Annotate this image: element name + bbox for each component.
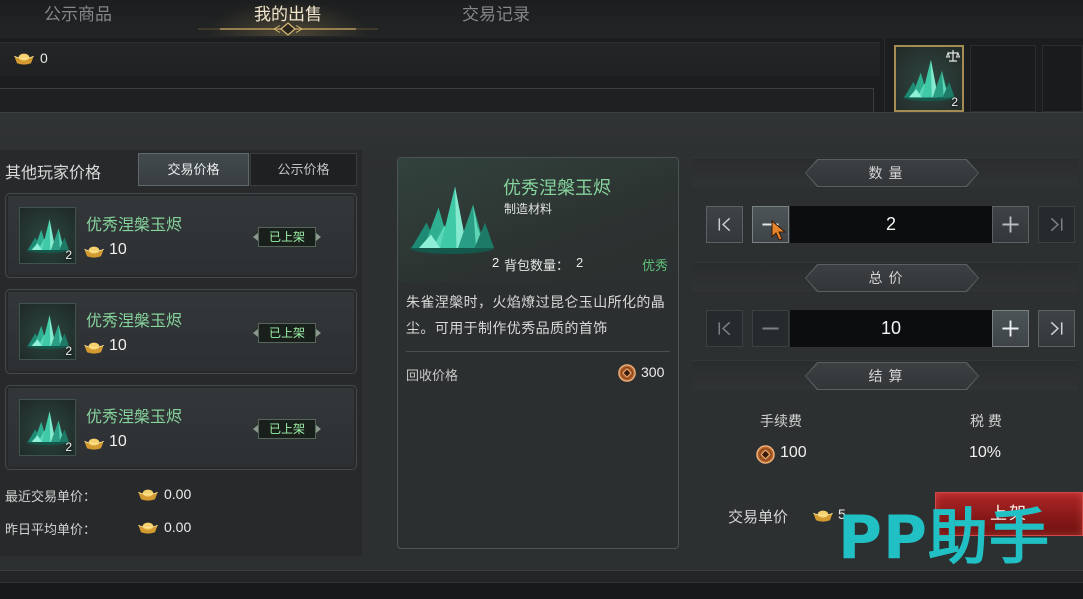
item-description: 朱雀涅槃时，火焰燎过昆仑玉山所化的晶尘。可用于制作优秀品质的首饰 bbox=[406, 294, 666, 336]
copper-coin-icon bbox=[618, 364, 636, 382]
settlement-header-label: 结算 bbox=[868, 368, 909, 384]
active-tab-underline-ornament bbox=[198, 22, 378, 36]
listing-price: 10 bbox=[109, 433, 127, 450]
yesterday-avg-label: 昨日平均单价： bbox=[5, 522, 97, 537]
inventory-slot-empty[interactable] bbox=[1042, 45, 1083, 112]
gold-ingot-icon bbox=[13, 51, 35, 65]
listing-item-count: 2 bbox=[65, 248, 72, 262]
fee-label: 手续费 bbox=[760, 413, 802, 429]
listing-item-icon-box: 2 bbox=[19, 207, 76, 264]
listing-item-icon-box: 2 bbox=[19, 303, 76, 360]
listing-item-count: 2 bbox=[65, 344, 72, 358]
tab-public-goods[interactable]: 公示商品 bbox=[18, 3, 138, 27]
listing-status-badge: 已上架 bbox=[253, 323, 321, 343]
listing-status-badge: 已上架 bbox=[253, 419, 321, 439]
gold-ingot-icon bbox=[812, 508, 834, 522]
listing-item-name: 优秀涅槃玉烬 bbox=[86, 313, 183, 330]
item-category: 制造材料 bbox=[504, 202, 553, 216]
mouse-cursor-icon bbox=[771, 219, 787, 241]
recent-price-label: 最近交易单价： bbox=[5, 489, 97, 504]
minus-icon bbox=[762, 327, 779, 330]
listing-item-icon-box: 2 bbox=[19, 399, 76, 456]
jade-crystal-icon bbox=[406, 182, 498, 254]
other-prices-title: 其他玩家价格 bbox=[5, 165, 102, 182]
fee-value: 100 bbox=[780, 444, 807, 461]
skip-first-icon bbox=[718, 217, 731, 232]
quantity-increase-button[interactable] bbox=[992, 206, 1029, 243]
total-price-header: 总价 bbox=[693, 262, 1078, 292]
item-name: 优秀涅槃玉烬 bbox=[503, 178, 611, 198]
gold-ingot-icon bbox=[83, 244, 105, 258]
listing-status-badge: 已上架 bbox=[253, 227, 321, 247]
listing-price: 10 bbox=[109, 337, 127, 354]
gold-ingot-icon bbox=[83, 340, 105, 354]
inventory-slot-selected[interactable]: 2 bbox=[894, 45, 964, 112]
tab-trade-history[interactable]: 交易记录 bbox=[436, 3, 556, 27]
bag-quantity-value: 2 bbox=[576, 255, 584, 270]
quantity-header-label: 数量 bbox=[868, 165, 909, 181]
pp-assistant-watermark: PP助手 bbox=[838, 503, 1050, 573]
listing-card: 2 优秀涅槃玉烬 10 已上架 bbox=[5, 193, 357, 278]
plus-icon bbox=[1002, 216, 1019, 233]
listing-item-name: 优秀涅槃玉烬 bbox=[86, 409, 183, 426]
settlement-header: 结算 bbox=[693, 360, 1078, 390]
inventory-slot-empty[interactable] bbox=[970, 45, 1036, 112]
skip-first-icon bbox=[718, 321, 731, 336]
total-price-input[interactable] bbox=[790, 310, 992, 347]
slot-item-count: 2 bbox=[951, 95, 958, 109]
recycle-price-value: 300 bbox=[641, 364, 665, 380]
bottom-panel bbox=[0, 582, 1083, 599]
total-price-stepper bbox=[693, 310, 1078, 348]
unit-price-label: 交易单价 bbox=[728, 509, 789, 526]
listing-item-count: 2 bbox=[65, 440, 72, 454]
item-icon-count: 2 bbox=[492, 255, 500, 270]
total-increase-button[interactable] bbox=[992, 310, 1029, 347]
item-detail-card: 优秀涅槃玉烬 制造材料 2 背包数量： 2 优秀 朱雀涅槃时，火焰燎过昆仑玉山所… bbox=[397, 157, 679, 549]
item-quality: 优秀 bbox=[642, 258, 669, 273]
recent-price-value: 0.00 bbox=[164, 486, 192, 502]
currency-bar bbox=[0, 42, 880, 76]
total-price-header-label: 总价 bbox=[868, 270, 909, 286]
jade-crystal-icon bbox=[901, 57, 957, 101]
listing-card: 2 优秀涅槃玉烬 10 已上架 bbox=[5, 385, 357, 470]
gold-ingot-icon bbox=[137, 520, 159, 534]
yesterday-avg-value: 0.00 bbox=[164, 519, 192, 535]
quantity-min-button[interactable] bbox=[706, 206, 743, 243]
listing-item-name: 优秀涅槃玉烬 bbox=[86, 217, 183, 234]
toggle-public-price[interactable]: 公示价格 bbox=[250, 153, 357, 186]
quantity-input[interactable] bbox=[790, 206, 992, 243]
scale-icon bbox=[945, 50, 961, 62]
recycle-price-label: 回收价格 bbox=[406, 368, 459, 383]
tax-value: 10% bbox=[969, 444, 1002, 461]
total-min-button[interactable] bbox=[706, 310, 743, 347]
bag-quantity-label: 背包数量： bbox=[504, 258, 570, 273]
tax-label: 税 费 bbox=[970, 413, 1002, 429]
listing-price: 10 bbox=[109, 241, 127, 258]
gold-ingot-icon bbox=[137, 487, 159, 501]
quantity-header: 数量 bbox=[693, 157, 1078, 187]
gold-amount: 0 bbox=[40, 50, 48, 66]
quantity-max-button[interactable] bbox=[1038, 206, 1075, 243]
toggle-trade-price[interactable]: 交易价格 bbox=[138, 153, 249, 186]
skip-last-icon bbox=[1050, 321, 1063, 336]
copper-coin-icon bbox=[756, 445, 775, 464]
gold-ingot-icon bbox=[83, 436, 105, 450]
total-max-button[interactable] bbox=[1038, 310, 1075, 347]
plus-icon bbox=[1002, 320, 1019, 337]
listing-card: 2 优秀涅槃玉烬 10 已上架 bbox=[5, 289, 357, 374]
quantity-stepper bbox=[693, 206, 1078, 244]
detail-divider bbox=[406, 351, 670, 352]
skip-last-icon bbox=[1050, 217, 1063, 232]
total-decrease-button[interactable] bbox=[752, 310, 789, 347]
